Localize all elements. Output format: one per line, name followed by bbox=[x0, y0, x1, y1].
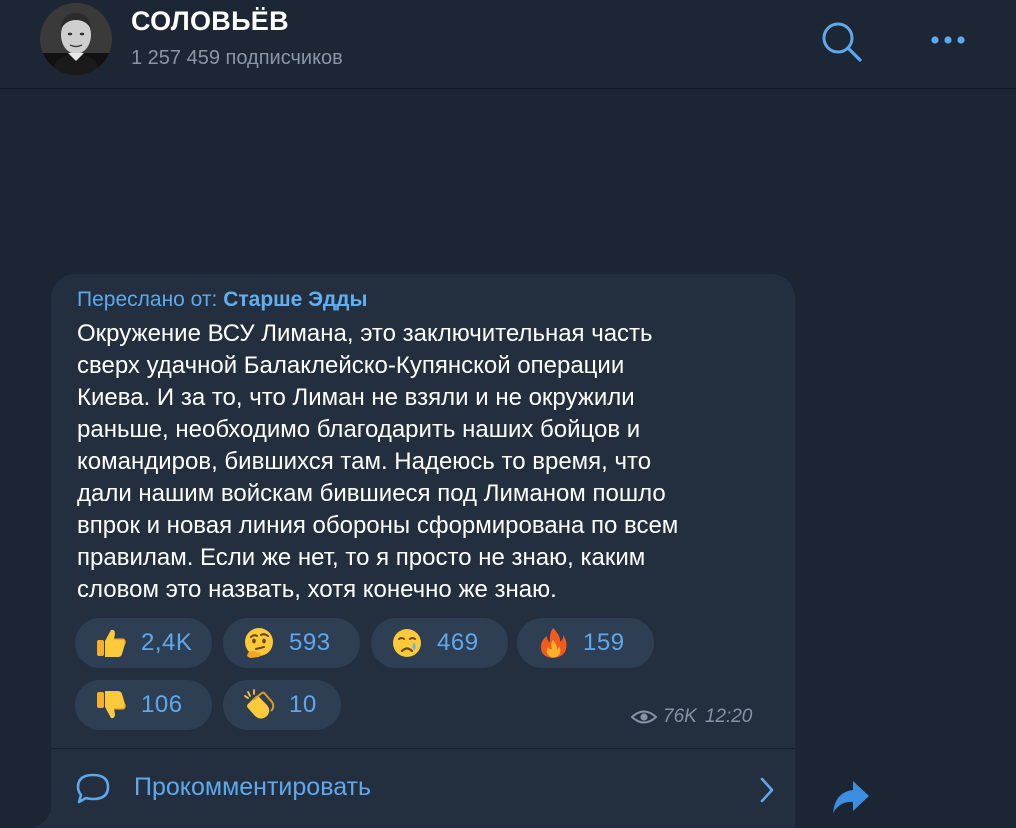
chevron-right-icon bbox=[760, 777, 774, 803]
message-line: сверх удачной Балаклейско-Купянской опер… bbox=[77, 352, 625, 379]
chat-view: СОЛОВЬЁВ 1 257 459 подписчиков Переслано… bbox=[0, 0, 1016, 828]
eye-icon bbox=[631, 710, 657, 724]
reaction-count: 10 bbox=[289, 691, 317, 718]
more-options-button[interactable] bbox=[922, 24, 974, 56]
thumbs-up-icon bbox=[93, 625, 129, 661]
share-button[interactable] bbox=[830, 778, 872, 816]
channel-header: СОЛОВЬЁВ 1 257 459 подписчиков bbox=[0, 0, 1016, 89]
message-meta: 76K 12:20 bbox=[631, 706, 752, 728]
message-line: Киева. И за то, что Лиман не взяли и не … bbox=[77, 384, 635, 411]
forwarded-prefix: Переслано от: bbox=[77, 288, 218, 311]
bubble-tail bbox=[30, 812, 70, 828]
reaction-count: 159 bbox=[583, 629, 625, 656]
reaction-thinking[interactable]: 593 bbox=[223, 618, 360, 668]
fire-icon bbox=[535, 625, 571, 661]
comments-label: Прокомментировать bbox=[134, 773, 372, 801]
channel-title[interactable]: СОЛОВЬЁВ bbox=[131, 6, 289, 37]
reaction-count: 469 bbox=[437, 629, 479, 656]
forwarded-from-line: Переслано от: Старше Эдды bbox=[77, 288, 367, 312]
reaction-thumbs-down[interactable]: 106 bbox=[75, 680, 212, 730]
reaction-count: 106 bbox=[141, 691, 183, 718]
reaction-crying[interactable]: 469 bbox=[371, 618, 508, 668]
message-line: командиров, бившихся там. Надеюсь то вре… bbox=[77, 448, 652, 475]
message-text: Окружение ВСУ Лимана, это заключительная… bbox=[77, 318, 777, 606]
comments-button[interactable]: Прокомментировать bbox=[51, 748, 795, 828]
reaction-fire[interactable]: 159 bbox=[517, 618, 654, 668]
message-line: Окружение ВСУ Лимана, это заключительная… bbox=[77, 320, 653, 347]
message-line: правилам. Если же нет, то я просто не зн… bbox=[77, 544, 646, 571]
comment-bubble-icon bbox=[76, 773, 110, 804]
view-count: 76K bbox=[663, 706, 697, 727]
more-icon bbox=[931, 36, 965, 44]
crying-face-icon bbox=[389, 625, 425, 661]
search-button[interactable] bbox=[818, 18, 866, 66]
search-icon bbox=[822, 22, 862, 62]
reaction-count: 593 bbox=[289, 629, 331, 656]
reaction-thumbs-up[interactable]: 2,4K bbox=[75, 618, 212, 668]
forwarded-source-link[interactable]: Старше Эдды bbox=[223, 288, 367, 311]
message-bubble[interactable]: Переслано от: Старше Эдды Окружение ВСУ … bbox=[51, 274, 795, 828]
clapping-hands-icon bbox=[241, 687, 277, 723]
thinking-face-icon bbox=[241, 625, 277, 661]
reaction-count: 2,4K bbox=[141, 629, 193, 656]
share-arrow-icon bbox=[833, 781, 869, 813]
thumbs-down-icon bbox=[93, 687, 129, 723]
avatar-photo bbox=[40, 3, 112, 75]
message-time: 12:20 bbox=[704, 706, 753, 727]
reaction-clapping[interactable]: 10 bbox=[223, 680, 341, 730]
message-line: раньше, необходимо благодарить наших бой… bbox=[77, 416, 641, 443]
subscriber-count: 1 257 459 подписчиков bbox=[131, 47, 343, 69]
message-line: дали нашим войскам бившиеся под Лиманом … bbox=[77, 480, 666, 507]
message-line: словом это назвать, хотя конечно же знаю… bbox=[77, 576, 557, 603]
channel-avatar[interactable] bbox=[40, 3, 112, 75]
message-line: впрок и новая линия обороны сформирована… bbox=[77, 512, 679, 539]
